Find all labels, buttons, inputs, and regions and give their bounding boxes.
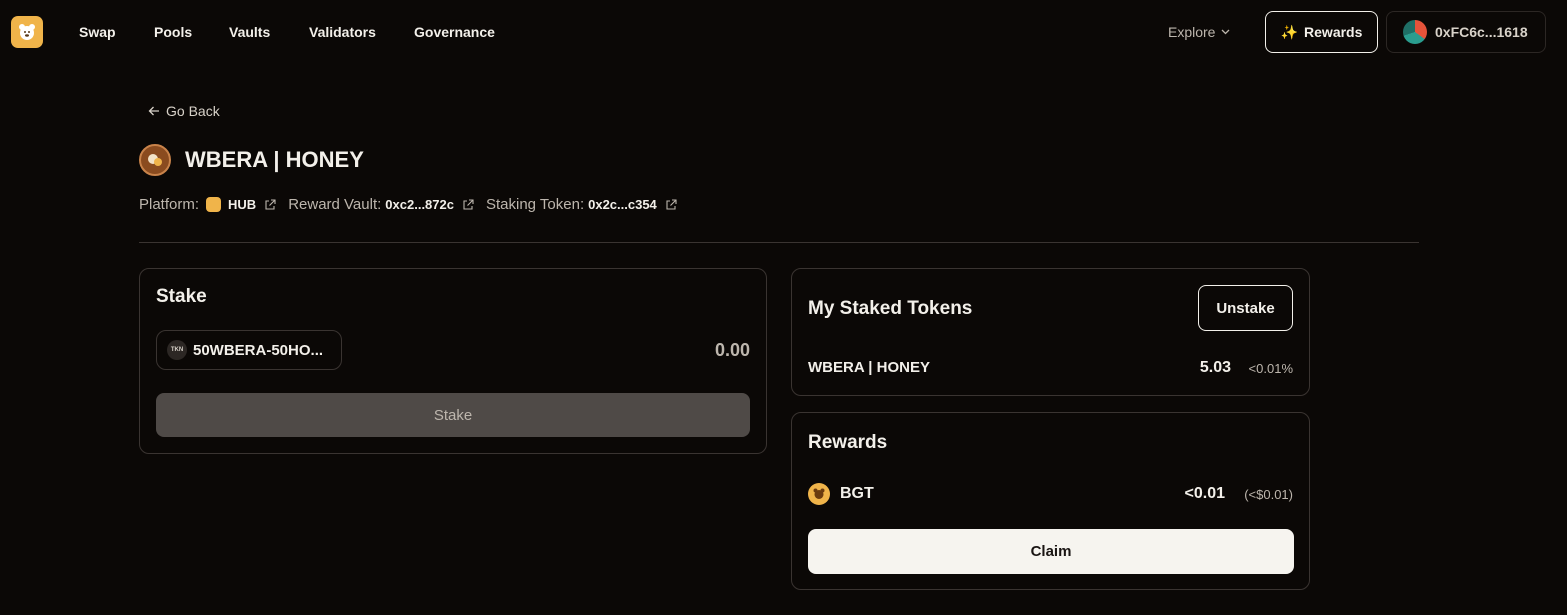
explore-menu[interactable]: Explore (1168, 24, 1230, 40)
platform-label: Platform: (139, 196, 200, 213)
go-back-link[interactable]: Go Back (148, 103, 220, 119)
token-name: 50WBERA-50HO... (193, 341, 324, 359)
platform-value: HUB (228, 197, 257, 212)
rewards-card-title: Rewards (808, 432, 888, 453)
header-divider (139, 242, 1419, 243)
stake-card: Stake TKN 50WBERA-50HO... Stake (139, 268, 767, 454)
hub-icon (206, 197, 222, 212)
token-icon: TKN (167, 340, 187, 360)
staking-token-label: Staking Token: (485, 196, 585, 213)
nav-swap[interactable]: Swap (79, 24, 116, 40)
nav-validators[interactable]: Validators (309, 24, 376, 40)
staked-amount: 5.03 (1199, 359, 1231, 376)
wallet-address: 0xFC6c...1618 (1435, 24, 1528, 40)
bgt-token-icon (808, 483, 830, 505)
reward-vault-label: Reward Vault: (288, 196, 382, 213)
reward-token-label: BGT (840, 485, 874, 502)
rewards-button[interactable]: ✨ Rewards (1265, 11, 1378, 53)
rewards-button-label: Rewards (1304, 24, 1363, 40)
claim-button[interactable]: Claim (808, 529, 1294, 574)
staking-token-value: 0x2c...c354 (588, 197, 657, 212)
reward-vault-value: 0xc2...872c (385, 197, 454, 212)
external-link-icon[interactable] (264, 198, 276, 211)
title-row: WBERA | HONEY (139, 144, 364, 176)
external-link-icon[interactable] (665, 198, 677, 211)
sparkles-icon: ✨ (1280, 23, 1299, 40)
vault-meta: Platform: HUB Reward Vault: 0xc2...872c … (139, 196, 685, 213)
nav-governance[interactable]: Governance (414, 24, 495, 40)
rewards-card: Rewards BGT <0.01 (<$0.01) Claim (791, 412, 1310, 590)
bera-logo-icon[interactable] (11, 16, 43, 48)
reward-usd: (<$0.01) (1244, 487, 1293, 502)
stake-amount-input[interactable] (630, 340, 750, 361)
unstake-button[interactable]: Unstake (1198, 285, 1293, 331)
explore-label: Explore (1168, 24, 1216, 40)
my-staked-title: My Staked Tokens (808, 298, 973, 319)
staked-token-label: WBERA | HONEY (808, 359, 930, 376)
staked-share: <0.01% (1248, 361, 1293, 376)
chevron-down-icon (1222, 29, 1230, 35)
wallet-button[interactable]: 0xFC6c...1618 (1386, 11, 1546, 53)
nav-vaults[interactable]: Vaults (229, 24, 270, 40)
token-selector[interactable]: TKN 50WBERA-50HO... (156, 330, 342, 370)
top-nav: Swap Pools Vaults Validators Governance … (0, 0, 1567, 64)
honey-pair-icon (139, 144, 171, 176)
arrow-left-icon (148, 106, 159, 116)
external-link-icon[interactable] (462, 198, 474, 211)
nav-pools[interactable]: Pools (154, 24, 192, 40)
stake-button[interactable]: Stake (156, 393, 750, 437)
my-staked-tokens-card: My Staked Tokens Unstake WBERA | HONEY 5… (791, 268, 1310, 396)
wallet-avatar (1403, 20, 1427, 44)
page-title: WBERA | HONEY (185, 147, 364, 172)
stake-card-title: Stake (156, 286, 207, 307)
reward-amount: <0.01 (1184, 485, 1225, 502)
go-back-label: Go Back (166, 103, 220, 119)
